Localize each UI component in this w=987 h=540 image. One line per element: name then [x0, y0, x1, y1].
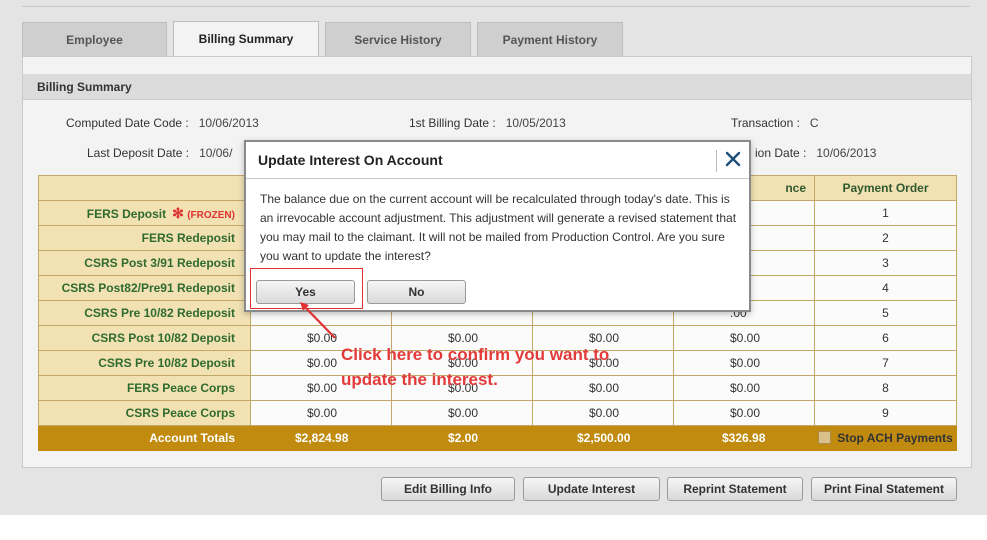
cell: $0.00: [673, 375, 815, 401]
totals-row: Account Totals $2,824.98 $2.00 $2,500.00…: [38, 425, 957, 451]
annotation-arrow-icon: [300, 302, 336, 339]
reprint-statement-button[interactable]: Reprint Statement: [667, 477, 803, 501]
computed-date-code-value: 10/06/2013: [198, 116, 259, 130]
annotation-text: Click here to confirm you want to update…: [341, 345, 610, 389]
table-row: CSRS Peace Corps $0.00 $0.00 $0.00 $0.00…: [38, 400, 957, 426]
last-deposit-date-value: 10/06/: [199, 146, 233, 160]
edit-billing-info-button[interactable]: Edit Billing Info: [381, 477, 515, 501]
cell: $0.00: [532, 400, 674, 426]
tab-payment-history[interactable]: Payment History: [477, 22, 623, 56]
computed-date-code-label: Computed Date Code :: [66, 116, 189, 130]
no-button[interactable]: No: [367, 280, 466, 304]
frozen-badge: (FROZEN): [187, 209, 235, 221]
calculation-date-label: ion Date :: [755, 146, 807, 160]
tab-service-history[interactable]: Service History: [325, 22, 471, 56]
stop-ach-cell[interactable]: Stop ACH Payments: [814, 425, 957, 451]
cell: $0.00: [391, 400, 533, 426]
dialog-header-divider: [246, 178, 749, 179]
row-label: FERS Deposit ✻ (FROZEN): [38, 200, 251, 226]
row-label: CSRS Post 3/91 Redeposit: [38, 250, 251, 276]
total-cell: $2,824.98: [250, 425, 392, 451]
payment-order-cell: 6: [814, 325, 957, 351]
dialog-title-divider: [716, 150, 717, 172]
stop-ach-label: Stop ACH Payments: [837, 431, 953, 445]
last-deposit-date-label: Last Deposit Date :: [87, 146, 190, 160]
payment-order-cell: 3: [814, 250, 957, 276]
dialog-title: Update Interest On Account: [258, 152, 443, 168]
row-label: FERS Redeposit: [38, 225, 251, 251]
stop-ach-checkbox[interactable]: [818, 431, 832, 444]
total-cell: $2,500.00: [532, 425, 674, 451]
tab-billing-summary[interactable]: Billing Summary: [173, 21, 319, 57]
calculation-date-field: ion Date : 10/06/2013: [755, 146, 876, 160]
last-deposit-date-field: Last Deposit Date : 10/06/: [87, 146, 232, 160]
first-billing-date-label: 1st Billing Date :: [409, 116, 496, 130]
row-label: CSRS Post 10/82 Deposit: [38, 325, 251, 351]
row-label: CSRS Peace Corps: [38, 400, 251, 426]
row-label: CSRS Pre 10/82 Deposit: [38, 350, 251, 376]
update-interest-button[interactable]: Update Interest: [523, 477, 660, 501]
calculation-date-value: 10/06/2013: [816, 146, 877, 160]
computed-date-code-field: Computed Date Code : 10/06/2013: [66, 116, 259, 130]
total-cell: $2.00: [391, 425, 533, 451]
transaction-label: Transaction :: [731, 116, 800, 130]
payment-order-cell: 5: [814, 300, 957, 326]
payment-order-cell: 8: [814, 375, 957, 401]
cell: $0.00: [673, 400, 815, 426]
totals-label: Account Totals: [38, 425, 251, 451]
payment-order-cell: 9: [814, 400, 957, 426]
payment-order-cell: 2: [814, 225, 957, 251]
header-blank: [38, 175, 251, 201]
tab-employee[interactable]: Employee: [22, 22, 167, 56]
transaction-field: Transaction : C: [731, 116, 819, 130]
cell: $0.00: [250, 400, 392, 426]
total-cell: $326.98: [673, 425, 815, 451]
transaction-value: C: [809, 116, 819, 130]
row-label: FERS Peace Corps: [38, 375, 251, 401]
row-label: CSRS Post82/Pre91 Redeposit: [38, 275, 251, 301]
section-title: Billing Summary: [23, 74, 971, 100]
payment-order-cell: 7: [814, 350, 957, 376]
frozen-asterisk-icon: ✻: [172, 204, 184, 221]
row-label: CSRS Pre 10/82 Redeposit: [38, 300, 251, 326]
payment-order-cell: 1: [814, 200, 957, 226]
cell: $0.00: [673, 350, 815, 376]
first-billing-date-value: 10/05/2013: [505, 116, 566, 130]
first-billing-date-field: 1st Billing Date : 10/05/2013: [409, 116, 566, 130]
close-icon[interactable]: [724, 148, 742, 170]
row-label-text: FERS Deposit: [86, 206, 167, 221]
top-divider: [22, 0, 970, 7]
payment-order-cell: 4: [814, 275, 957, 301]
print-final-statement-button[interactable]: Print Final Statement: [811, 477, 957, 501]
cell: $0.00: [673, 325, 815, 351]
header-payment-order: Payment Order: [814, 175, 957, 201]
dialog-message: The balance due on the current account w…: [260, 192, 737, 263]
